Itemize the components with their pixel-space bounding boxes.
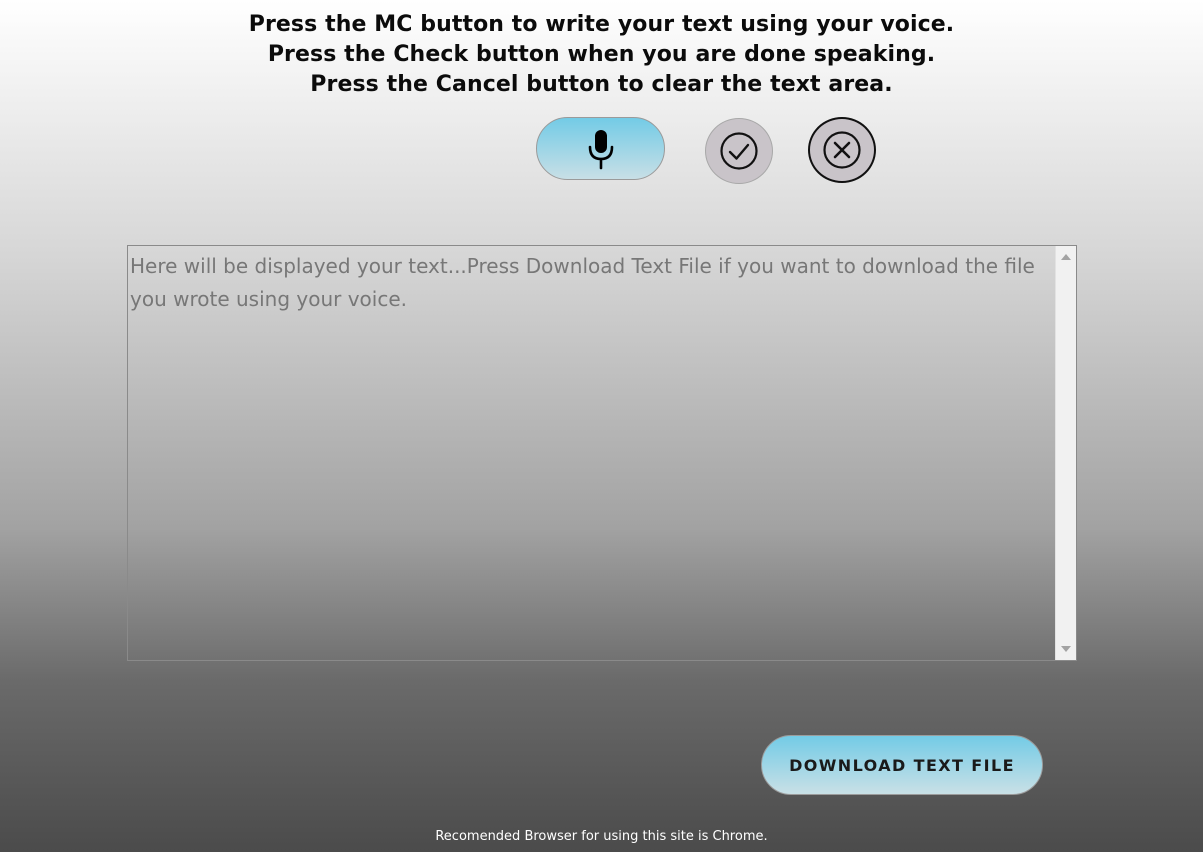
instruction-line-2: Press the Check button when you are done…	[267, 42, 936, 67]
text-area-scrollbar[interactable]	[1055, 246, 1076, 660]
microphone-icon	[588, 129, 613, 169]
browser-recommendation-footer: Recomended Browser for using this site i…	[435, 829, 768, 844]
cancel-button[interactable]	[808, 117, 876, 183]
x-circle-icon	[823, 131, 861, 169]
download-text-file-button[interactable]: DOWNLOAD TEXT FILE	[761, 735, 1043, 795]
instruction-line-3: Press the Cancel button to clear the tex…	[310, 72, 893, 97]
instruction-line-1: Press the MC button to write your text u…	[248, 12, 955, 37]
check-circle-icon	[720, 132, 758, 170]
mic-button[interactable]	[536, 117, 665, 180]
scroll-down-arrow-icon[interactable]	[1061, 646, 1071, 652]
scroll-up-arrow-icon[interactable]	[1061, 254, 1071, 260]
check-button[interactable]	[705, 118, 773, 184]
voice-text-area[interactable]	[128, 246, 1055, 660]
instructions: Press the MC button to write your text u…	[0, 10, 1203, 100]
text-area-container	[127, 245, 1077, 661]
